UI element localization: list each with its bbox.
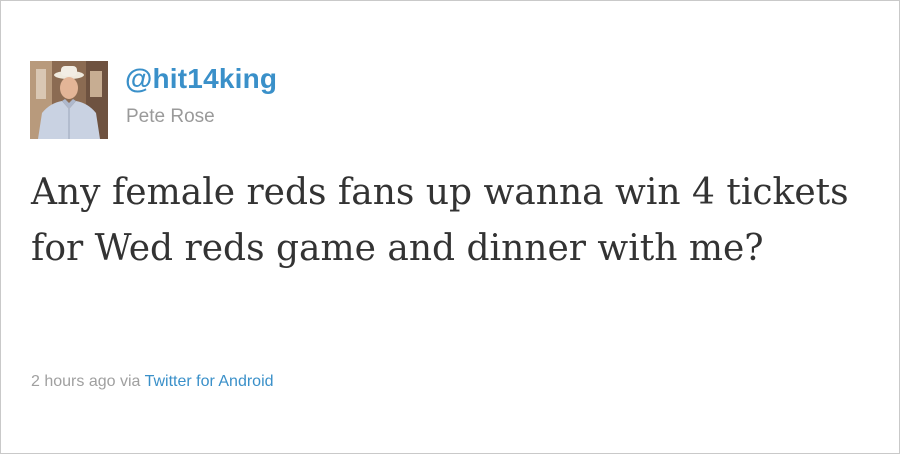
source-link[interactable]: Twitter for Android — [145, 373, 274, 390]
timestamp[interactable]: 2 hours ago — [31, 373, 116, 390]
tweet-text: Any female reds fans up wanna win 4 tick… — [31, 172, 849, 269]
user-display-name[interactable]: Pete Rose — [126, 105, 215, 129]
via-label: via — [119, 373, 141, 390]
tweet-card: @hit14king Pete Rose Any female reds fan… — [0, 0, 900, 454]
tweet-meta: 2 hours ago via Twitter for Android — [31, 372, 274, 392]
profile-photo-icon — [30, 61, 108, 139]
avatar[interactable] — [30, 61, 108, 139]
user-handle[interactable]: @hit14king — [125, 61, 277, 97]
